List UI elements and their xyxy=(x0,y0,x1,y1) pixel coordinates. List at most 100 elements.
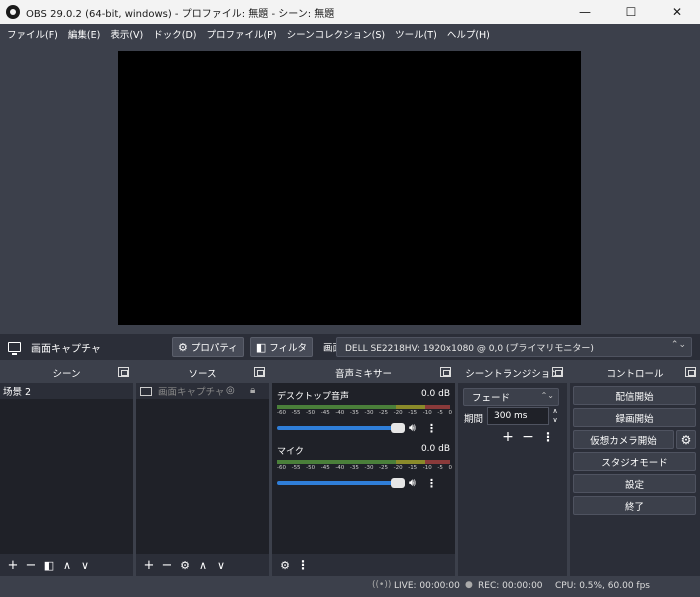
remove-icon[interactable]: − xyxy=(158,558,176,573)
display-select[interactable]: DELL SE2218HV: 1920x1080 @ 0,0 (プライマリモニタ… xyxy=(336,337,692,357)
undock-icon[interactable] xyxy=(118,367,129,377)
scene-filter-icon[interactable]: ◧ xyxy=(40,559,58,572)
menu-docks[interactable]: ドック(D) xyxy=(148,27,201,41)
filters-label: フィルタ xyxy=(269,343,308,354)
rec-status: REC: 00:00:00 xyxy=(478,581,543,591)
move-up-icon[interactable]: ∧ xyxy=(58,559,76,572)
transition-properties-icon[interactable]: ⋮ xyxy=(538,430,558,444)
transitions-title: シーントランジション xyxy=(465,369,560,380)
gear-icon[interactable]: ⚙ xyxy=(176,559,194,572)
channel-name: デスクトップ音声 xyxy=(277,392,350,402)
scenes-dock: シーン 场景 2 + − ◧ ∧ ∨ xyxy=(0,363,133,576)
scene-item[interactable]: 场景 2 xyxy=(0,383,133,399)
updown-arrow-icon: ⌃⌄ xyxy=(540,391,554,400)
exit-button[interactable]: 終了 xyxy=(573,496,696,515)
undock-icon[interactable] xyxy=(440,367,451,377)
lock-icon[interactable]: 🔒︎ xyxy=(250,385,255,396)
channel-name: マイク xyxy=(277,447,304,457)
undock-icon[interactable] xyxy=(254,367,265,377)
sources-toolbar: + − ⚙ ∧ ∨ xyxy=(136,554,269,576)
volume-slider-handle[interactable] xyxy=(391,423,405,433)
mixer-channels: デスクトップ音声 0.0 dB -60 -55 -50 -45 -40 -35 -30 -25… xyxy=(272,383,455,554)
audio-mixer-dock: 音声ミキサー デスクトップ音声 0.0 dB -60 -55 -50 -45 -40 -3… xyxy=(272,363,455,576)
menu-scene-collection[interactable]: シーンコレクション(S) xyxy=(282,27,390,41)
mixer-channel-mic: マイク 0.0 dB -60 -55 -50 -45 -40 -35 -30 -25 -20 -1… xyxy=(277,444,452,496)
add-icon[interactable]: + xyxy=(4,558,22,573)
gear-icon: ⚙ xyxy=(178,340,188,354)
volume-slider[interactable] xyxy=(277,423,405,433)
menu-file[interactable]: ファイル(F) xyxy=(2,27,63,41)
advanced-audio-gear-icon[interactable]: ⚙ xyxy=(276,559,294,572)
channel-level: 0.0 dB xyxy=(420,444,450,454)
menu-tools[interactable]: ツール(T) xyxy=(390,27,442,41)
move-down-icon[interactable]: ∨ xyxy=(76,559,94,572)
maximize-button[interactable]: ☐ xyxy=(608,0,654,24)
studio-mode-button[interactable]: スタジオモード xyxy=(573,452,696,471)
monitor-icon xyxy=(140,386,152,396)
duration-label: 期間 xyxy=(464,414,484,425)
speaker-icon[interactable]: 🔊︎ xyxy=(409,476,416,490)
add-icon[interactable]: + xyxy=(140,558,158,573)
network-icon: ((•)) xyxy=(372,580,392,590)
minimize-button[interactable]: — xyxy=(562,0,608,24)
start-virtual-camera-button[interactable]: 仮想カメラ開始 xyxy=(573,430,674,449)
channel-level: 0.0 dB xyxy=(420,389,450,399)
scenes-list: 场景 2 xyxy=(0,383,133,554)
sources-dock: ソース 画面キャプチャ ◎ 🔒︎ + − ⚙ ∧ ∨ xyxy=(136,363,269,576)
move-up-icon[interactable]: ∧ xyxy=(194,559,212,572)
filter-icon: ◧ xyxy=(255,340,267,354)
live-status: LIVE: 00:00:00 xyxy=(394,581,460,591)
undock-icon[interactable] xyxy=(685,367,696,377)
start-streaming-button[interactable]: 配信開始 xyxy=(573,386,696,405)
mixer-title: 音声ミキサー xyxy=(334,369,392,380)
menu-help[interactable]: ヘルプ(H) xyxy=(442,27,495,41)
hidden-eye-icon[interactable]: ◎ xyxy=(226,385,235,396)
menu-profile[interactable]: プロファイル(P) xyxy=(201,27,281,41)
speaker-icon[interactable]: 🔊︎ xyxy=(409,421,416,435)
monitor-icon xyxy=(8,342,21,355)
duration-input[interactable]: 300 ms xyxy=(487,407,549,425)
preview-area xyxy=(0,43,700,333)
window-title: OBS 29.0.2 (64-bit, windows) - プロファイル: 無… xyxy=(26,8,335,20)
filters-button[interactable]: ◧ フィルタ xyxy=(249,337,314,357)
more-options-icon[interactable]: ⋮ xyxy=(426,422,437,435)
undock-icon[interactable] xyxy=(552,367,563,377)
menu-edit[interactable]: 編集(E) xyxy=(63,27,105,41)
sources-title: ソース xyxy=(188,369,217,380)
properties-button[interactable]: ⚙ プロパティ xyxy=(172,337,244,357)
transition-select[interactable]: フェード ⌃⌄ xyxy=(463,388,559,406)
transition-select-value: フェード xyxy=(472,393,511,404)
close-button[interactable]: ✕ xyxy=(654,0,700,24)
more-options-icon[interactable]: ⋮ xyxy=(294,558,312,572)
settings-button[interactable]: 設定 xyxy=(573,474,696,493)
menu-bar: ファイル(F) 編集(E) 表示(V) ドック(D) プロファイル(P) シーン… xyxy=(0,24,700,43)
add-transition-icon[interactable]: + xyxy=(498,429,518,445)
mixer-channel-desktop: デスクトップ音声 0.0 dB -60 -55 -50 -45 -40 -35 -30 -25… xyxy=(277,389,452,441)
move-down-icon[interactable]: ∨ xyxy=(212,559,230,572)
scenes-toolbar: + − ◧ ∧ ∨ xyxy=(0,554,133,576)
menu-view[interactable]: 表示(V) xyxy=(105,27,148,41)
more-options-icon[interactable]: ⋮ xyxy=(426,477,437,490)
remove-transition-icon[interactable]: − xyxy=(518,429,538,445)
virtual-camera-settings-gear-icon[interactable]: ⚙ xyxy=(676,430,696,449)
controls-dock: コントロール 配信開始 録画開始 仮想カメラ開始 ⚙ スタジオモード 設定 終了 xyxy=(570,363,700,576)
cpu-status: CPU: 0.5%, 60.00 fps xyxy=(555,581,650,591)
meter-ticks: -60 -55 -50 -45 -40 -35 -30 -25 -20 -15 -10 -5 0 xyxy=(277,410,452,416)
scenes-header: シーン xyxy=(0,363,133,383)
source-item[interactable]: 画面キャプチャ ◎ 🔒︎ xyxy=(136,383,269,399)
volume-slider[interactable] xyxy=(277,478,405,488)
mixer-toolbar: ⚙ ⋮ xyxy=(272,554,455,576)
source-toolbar: 画面キャプチャ ⚙ プロパティ ◧ フィルタ 画面 DELL SE2218HV:… xyxy=(0,334,700,360)
properties-label: プロパティ xyxy=(190,343,238,354)
selected-source-name: 画面キャプチャ xyxy=(31,343,101,355)
start-recording-button[interactable]: 録画開始 xyxy=(573,408,696,427)
remove-icon[interactable]: − xyxy=(22,558,40,573)
sources-header: ソース xyxy=(136,363,269,383)
level-meter xyxy=(277,405,450,409)
duration-stepper[interactable]: ∧ ∨ xyxy=(550,407,560,425)
volume-slider-handle[interactable] xyxy=(391,478,405,488)
window-titlebar: OBS 29.0.2 (64-bit, windows) - プロファイル: 無… xyxy=(0,0,700,24)
preview-canvas[interactable] xyxy=(118,51,581,325)
updown-arrow-icon: ⌃⌄ xyxy=(670,340,686,350)
display-select-value: DELL SE2218HV: 1920x1080 @ 0,0 (プライマリモニタ… xyxy=(345,343,594,354)
